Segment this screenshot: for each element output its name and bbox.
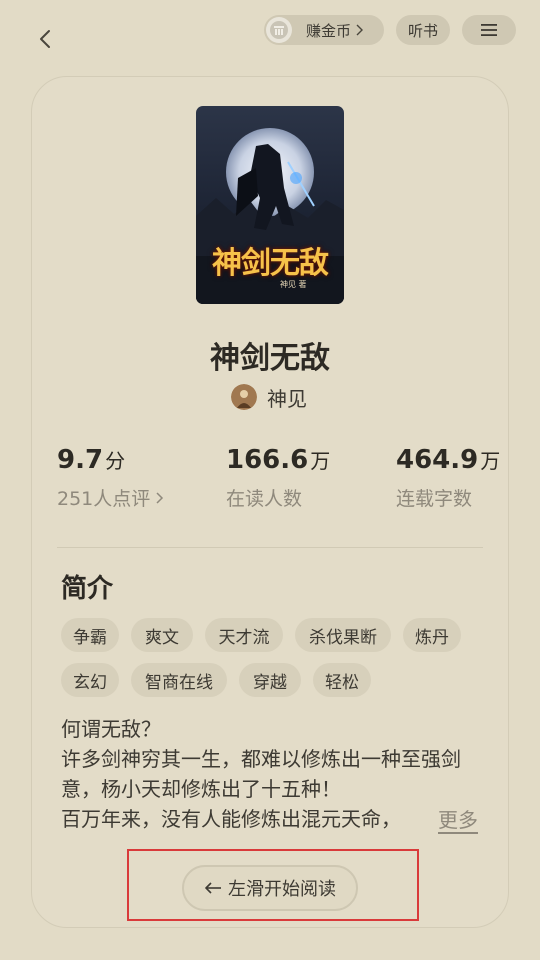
intro-heading: 简介 <box>61 574 114 604</box>
tag-chip[interactable]: 智商在线 <box>131 663 227 697</box>
cover-author-text: 神见 著 <box>280 280 307 289</box>
tag-chip[interactable]: 天才流 <box>205 618 283 652</box>
tag-chip[interactable]: 爽文 <box>131 618 193 652</box>
start-reading-label: 左滑开始阅读 <box>228 879 336 900</box>
word-count-value: 464.9 <box>396 445 479 475</box>
intro-line: 何谓无敌？ <box>61 717 161 741</box>
coin-icon <box>266 17 292 43</box>
tag-chip[interactable]: 玄幻 <box>61 663 119 697</box>
author-avatar <box>231 384 257 410</box>
intro-line: 许多剑神穷其一生，都难以修炼出一种至强剑 <box>61 747 461 771</box>
word-count-unit: 万 <box>480 449 501 473</box>
tag-chip[interactable]: 炼丹 <box>403 618 461 652</box>
menu-icon <box>481 24 497 36</box>
rating-value: 9.7 <box>57 445 104 475</box>
author-link[interactable]: 神见 <box>231 382 307 412</box>
readers-stat: 166.6 万 在读人数 <box>226 443 330 511</box>
arrow-left-icon <box>204 881 222 895</box>
readers-label: 在读人数 <box>226 488 303 510</box>
start-reading-button[interactable]: 左滑开始阅读 <box>182 865 358 911</box>
readers-value: 166.6 <box>226 445 309 475</box>
author-name: 神见 <box>267 386 307 411</box>
word-count-label: 连载字数 <box>396 488 473 510</box>
rating-stat[interactable]: 9.7 分 251人点评 <box>57 443 164 511</box>
back-button[interactable] <box>34 26 56 52</box>
listen-label: 听书 <box>407 21 438 40</box>
cover-title-art: 神剑无敌 <box>212 246 329 281</box>
review-count: 251人点评 <box>57 488 151 510</box>
tag-chip[interactable]: 杀伐果断 <box>295 618 391 652</box>
listen-button[interactable]: 听书 <box>396 15 450 45</box>
divider <box>57 547 483 548</box>
back-chevron-icon <box>40 30 50 48</box>
intro-line: 百万年来，没有人能修炼出混元天命， <box>61 807 401 831</box>
more-link[interactable]: 更多 <box>438 804 478 833</box>
earn-coins-label: 赚金币 <box>306 21 352 40</box>
intro-description: 何谓无敌？ 许多剑神穷其一生，都难以修炼出一种至强剑 意，杨小天却修炼出了十五种… <box>61 714 481 834</box>
rating-unit: 分 <box>105 449 126 473</box>
earn-coins-button[interactable]: 赚金币 <box>264 15 384 45</box>
tag-chip[interactable]: 穿越 <box>239 663 301 697</box>
tag-chip[interactable]: 争霸 <box>61 618 119 652</box>
book-cover[interactable]: 神剑无敌 神见 著 <box>196 106 344 304</box>
readers-unit: 万 <box>310 449 331 473</box>
intro-line: 意，杨小天却修炼出了十五种！ <box>61 777 341 801</box>
menu-button[interactable] <box>462 15 516 45</box>
word-count-stat: 464.9 万 连载字数 <box>396 443 500 511</box>
tag-chip[interactable]: 轻松 <box>313 663 371 697</box>
chevron-right-icon <box>355 24 364 36</box>
chevron-right-icon <box>156 491 164 504</box>
book-title: 神剑无敌 <box>210 341 330 376</box>
